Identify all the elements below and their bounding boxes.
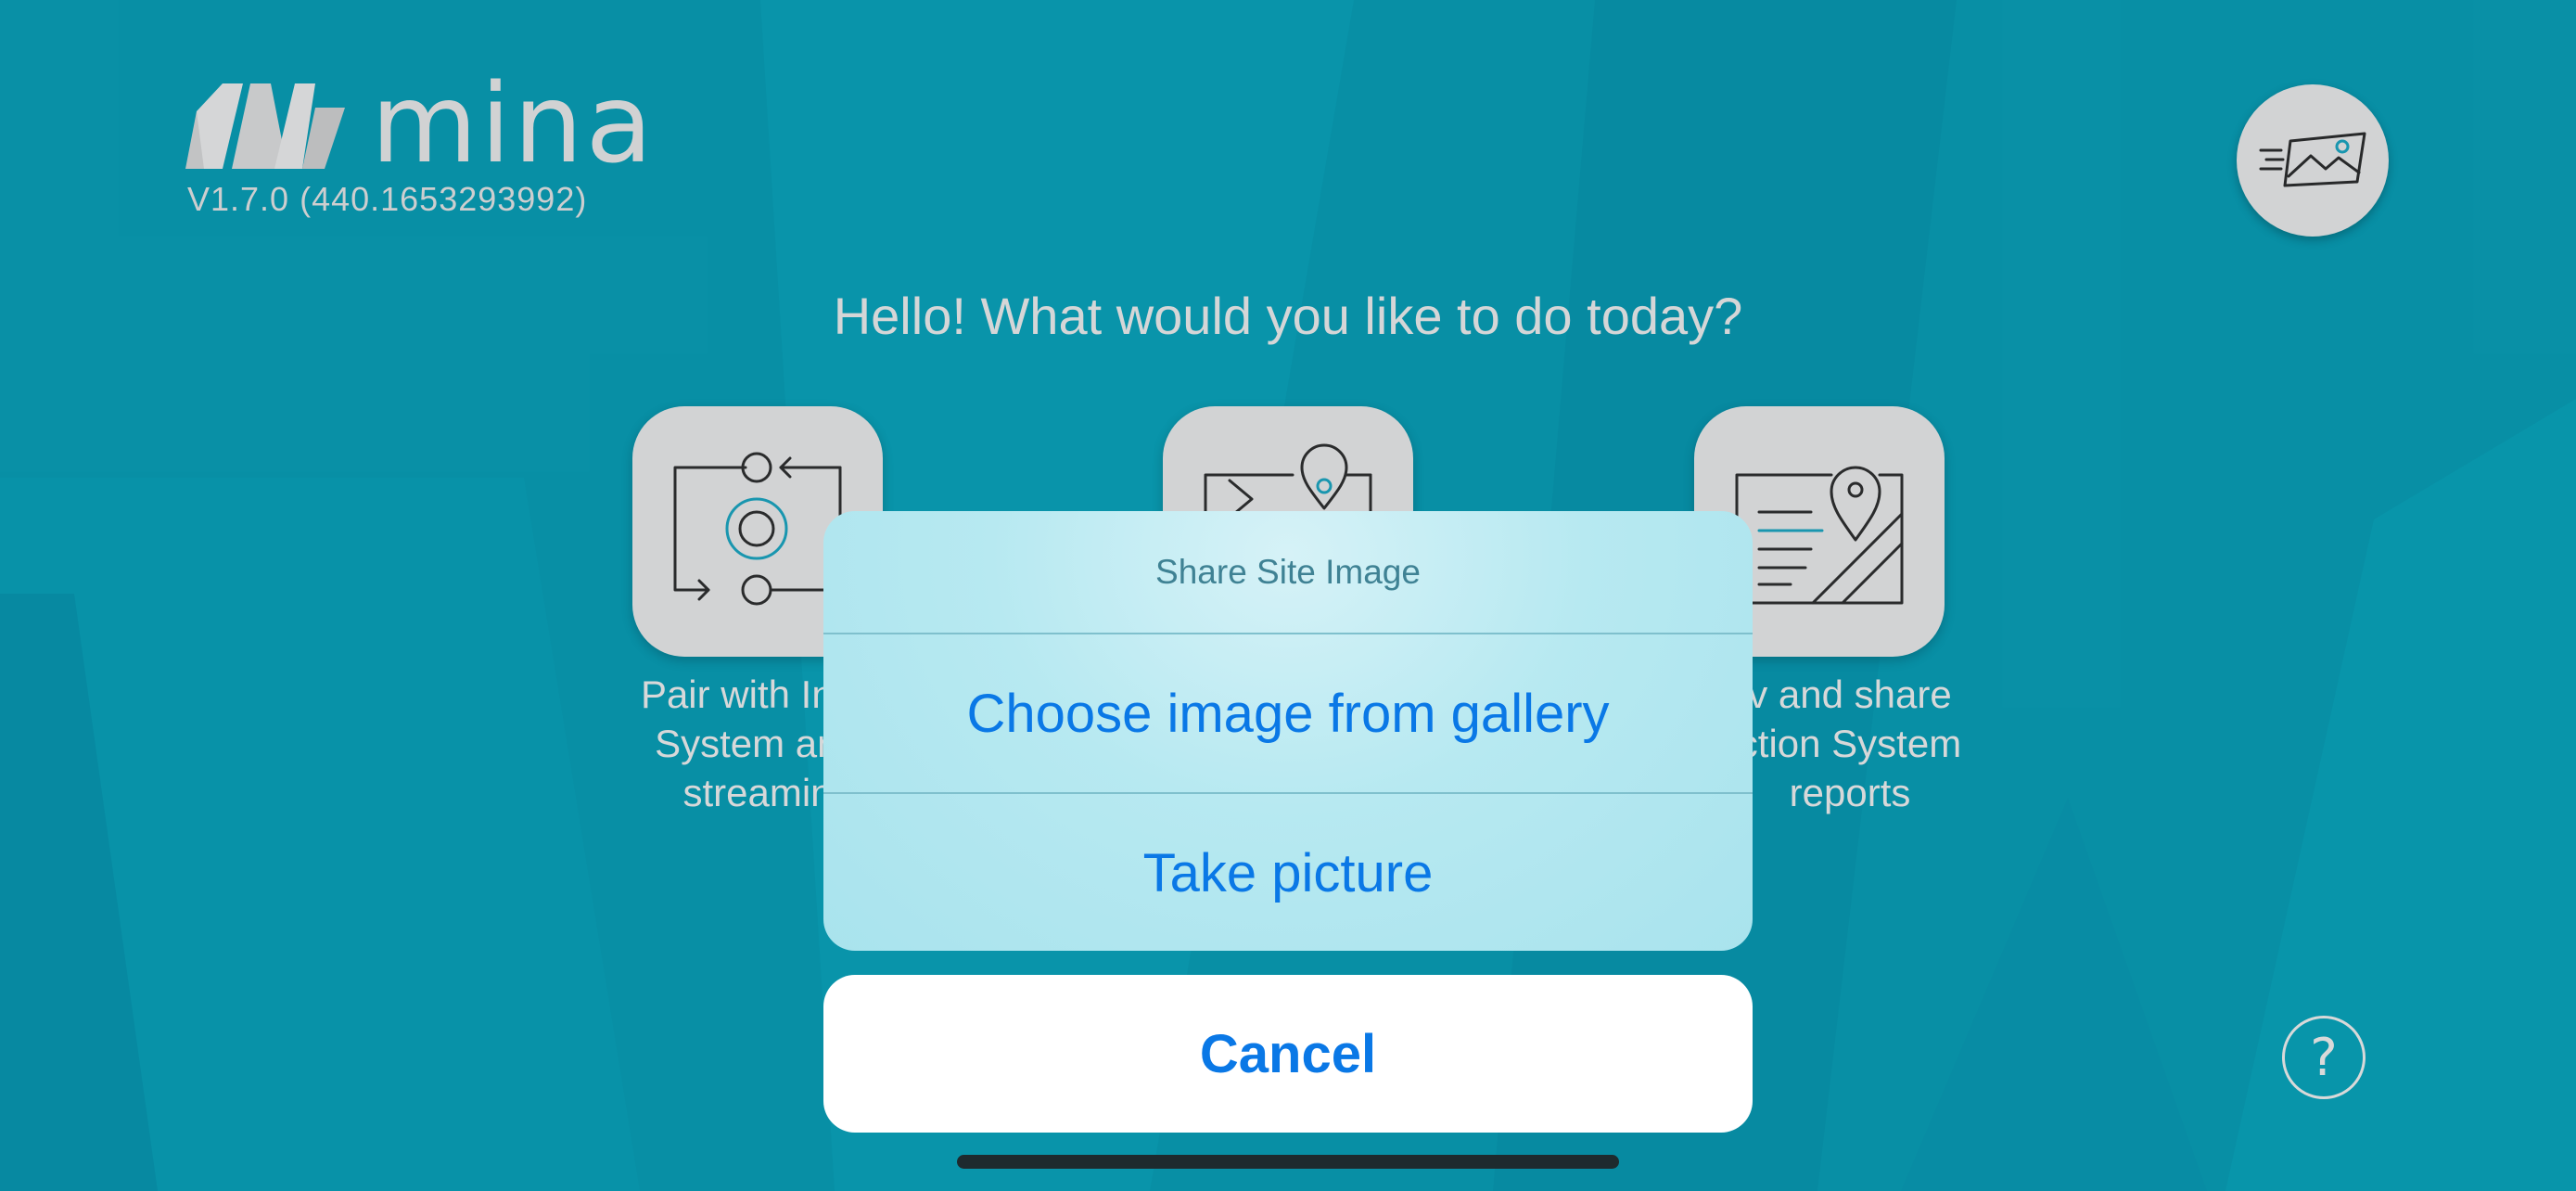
home-indicator[interactable]	[957, 1155, 1619, 1169]
action-sheet: Share Site Image Choose image from galle…	[823, 511, 1753, 951]
take-picture-button[interactable]: Take picture	[823, 794, 1753, 951]
cancel-button[interactable]: Cancel	[823, 975, 1753, 1133]
choose-from-gallery-button[interactable]: Choose image from gallery	[823, 634, 1753, 792]
action-sheet-title: Share Site Image	[1155, 552, 1421, 591]
help-button[interactable]: ?	[2282, 1016, 2366, 1099]
help-icon: ?	[2310, 1027, 2338, 1088]
